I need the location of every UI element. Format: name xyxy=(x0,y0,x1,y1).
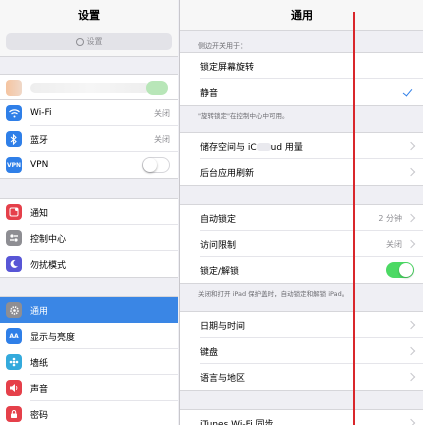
general-detail-pane: 通用 侧边开关用于： 锁定屏幕旋转 静音 "旋转锁定"在控制中心中可用。 储存空… xyxy=(179,0,423,425)
row-label: iTunes Wi-Fi 同步 xyxy=(200,419,274,425)
settings-app: 设置 设置 Wi-Fi 关闭 蓝牙 关闭 VPN VPN 通知 控制中心 勿扰模… xyxy=(0,0,423,425)
side-switch-footer: "旋转锁定"在控制中心中可用。 xyxy=(198,112,289,120)
sidebar-item-notifications[interactable]: 通知 xyxy=(0,199,178,225)
storage-icloud-usage-row[interactable]: 储存空间与 iC ud 用量 xyxy=(180,133,423,159)
sidebar-item-wifi[interactable]: Wi-Fi 关闭 xyxy=(0,100,178,126)
chevron-right-icon xyxy=(406,372,416,382)
chevron-right-icon xyxy=(406,346,416,356)
passcode-icon xyxy=(6,406,22,422)
bluetooth-icon xyxy=(6,131,22,147)
sidebar-item-label: 控制中心 xyxy=(30,234,67,245)
search-placeholder: 设置 xyxy=(86,37,103,46)
sidebar-item-label: VPN xyxy=(30,160,49,170)
checkmark-icon xyxy=(402,86,413,97)
background-app-refresh-row[interactable]: 后台应用刷新 xyxy=(180,159,423,185)
sidebar-item-label: 蓝牙 xyxy=(30,135,49,146)
lock-unlock-row: 锁定/解锁 xyxy=(180,257,423,283)
option-label: 锁定屏幕旋转 xyxy=(200,62,255,73)
storage-group: 储存空间与 iC ud 用量 后台应用刷新 xyxy=(180,132,423,186)
sidebar-item-vpn[interactable]: VPN VPN xyxy=(0,152,178,178)
row-label: 访问限制 xyxy=(200,240,237,251)
lock-unlock-toggle[interactable] xyxy=(386,262,414,278)
sidebar-item-general[interactable]: 通用 xyxy=(0,297,178,323)
page-title: 通用 xyxy=(180,0,423,31)
mute-option[interactable]: 静音 xyxy=(180,79,423,105)
language-region-row[interactable]: 语言与地区 xyxy=(180,364,423,390)
lock-group: 自动锁定 2 分钟 访问限制 关闭 锁定/解锁 xyxy=(180,204,423,284)
row-label: 键盘 xyxy=(200,347,219,358)
side-switch-group: 锁定屏幕旋转 静音 xyxy=(180,52,423,106)
chevron-right-icon xyxy=(406,213,416,223)
row-label: 后台应用刷新 xyxy=(200,168,255,179)
sidebar-item-label: Wi-Fi xyxy=(30,108,52,118)
auto-lock-row[interactable]: 自动锁定 2 分钟 xyxy=(180,205,423,231)
display-brightness-icon: AA xyxy=(6,328,22,344)
sidebar-item-label: 密码 xyxy=(30,410,49,421)
notification-icon xyxy=(6,204,22,220)
profile-group xyxy=(0,74,178,102)
annotation-line xyxy=(353,12,355,425)
sidebar-title: 设置 xyxy=(0,0,178,30)
itunes-wifi-sync-row[interactable]: iTunes Wi-Fi 同步 xyxy=(180,410,423,425)
keyboard-row[interactable]: 键盘 xyxy=(180,338,423,364)
connectivity-group: Wi-Fi 关闭 蓝牙 关闭 VPN VPN xyxy=(0,99,178,179)
side-switch-header: 侧边开关用于： xyxy=(198,42,247,50)
row-label: 锁定/解锁 xyxy=(200,266,240,277)
moon-icon xyxy=(6,256,22,272)
chevron-right-icon xyxy=(406,239,416,249)
lock-rotation-option[interactable]: 锁定屏幕旋转 xyxy=(180,53,423,79)
sidebar-item-label: 勿扰模式 xyxy=(30,260,67,271)
vpn-icon: VPN xyxy=(6,157,22,173)
itunes-sync-group: iTunes Wi-Fi 同步 xyxy=(180,409,423,425)
sidebar-item-passcode[interactable]: 密码 xyxy=(0,401,178,425)
sidebar-item-wallpaper[interactable]: 墙纸 xyxy=(0,349,178,375)
sidebar-item-label: 通用 xyxy=(30,306,49,317)
general-group: 通用 AA 显示与亮度 墙纸 声音 密码 xyxy=(0,296,178,425)
wifi-icon xyxy=(6,105,22,121)
search-input[interactable]: 设置 xyxy=(6,33,172,50)
sidebar-item-display-brightness[interactable]: AA 显示与亮度 xyxy=(0,323,178,349)
row-label: 储存空间与 iC ud 用量 xyxy=(200,142,303,153)
profile-blurred-text xyxy=(30,83,150,93)
sidebar-item-label: 声音 xyxy=(30,384,49,395)
sound-icon xyxy=(6,380,22,396)
search-icon xyxy=(75,37,84,46)
profile-row[interactable] xyxy=(0,75,178,101)
profile-blurred-control xyxy=(146,81,168,95)
sidebar-item-label: 显示与亮度 xyxy=(30,332,76,343)
chevron-right-icon xyxy=(406,320,416,330)
row-label: 日期与时间 xyxy=(200,321,246,332)
row-label: 自动锁定 xyxy=(200,214,237,225)
settings-sidebar: 设置 设置 Wi-Fi 关闭 蓝牙 关闭 VPN VPN 通知 控制中心 勿扰模… xyxy=(0,0,178,425)
sidebar-item-sounds[interactable]: 声音 xyxy=(0,375,178,401)
option-label: 静音 xyxy=(200,88,219,99)
chevron-right-icon xyxy=(406,141,416,151)
notification-group: 通知 控制中心 勿扰模式 xyxy=(0,198,178,278)
chevron-right-icon xyxy=(406,167,416,177)
sidebar-item-bluetooth[interactable]: 蓝牙 关闭 xyxy=(0,126,178,152)
gear-icon xyxy=(6,302,22,318)
bluetooth-status: 关闭 xyxy=(154,134,170,144)
control-center-icon xyxy=(6,230,22,246)
lock-footer: 关闭和打开 iPad 保护盖时，自动锁定和解锁 iPad。 xyxy=(198,290,349,298)
wifi-status: 关闭 xyxy=(154,108,170,118)
date-time-row[interactable]: 日期与时间 xyxy=(180,312,423,338)
sidebar-item-label: 墙纸 xyxy=(30,358,49,369)
sidebar-item-control-center[interactable]: 控制中心 xyxy=(0,225,178,251)
wallpaper-icon xyxy=(6,354,22,370)
date-keyboard-language-group: 日期与时间 键盘 语言与地区 xyxy=(180,311,423,391)
row-label: 语言与地区 xyxy=(200,373,246,384)
profile-avatar xyxy=(6,80,22,96)
restrictions-value: 关闭 xyxy=(386,239,402,249)
sidebar-item-label: 通知 xyxy=(30,208,49,219)
vpn-toggle[interactable] xyxy=(142,157,170,173)
search-bar-container: 设置 xyxy=(0,30,178,57)
sidebar-item-do-not-disturb[interactable]: 勿扰模式 xyxy=(0,251,178,277)
chevron-right-icon xyxy=(406,418,416,425)
auto-lock-value: 2 分钟 xyxy=(378,213,402,223)
restrictions-row[interactable]: 访问限制 关闭 xyxy=(180,231,423,257)
